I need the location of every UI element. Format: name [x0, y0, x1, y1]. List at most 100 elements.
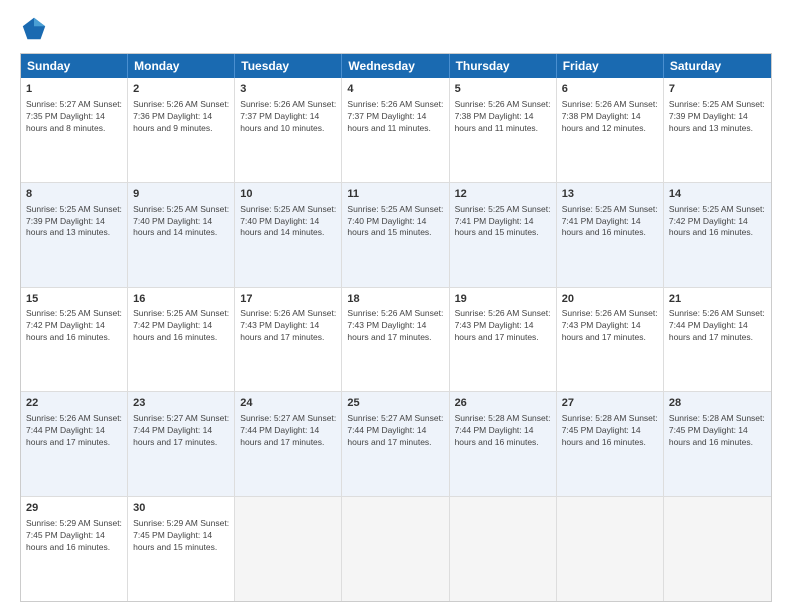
- day-info: Sunrise: 5:27 AM Sunset: 7:44 PM Dayligh…: [347, 413, 443, 449]
- day-info: Sunrise: 5:28 AM Sunset: 7:44 PM Dayligh…: [455, 413, 551, 449]
- day-info: Sunrise: 5:25 AM Sunset: 7:40 PM Dayligh…: [240, 204, 336, 240]
- day-cell-23: 23 Sunrise: 5:27 AM Sunset: 7:44 PM Dayli…: [128, 392, 235, 496]
- day-cell-4: 4 Sunrise: 5:26 AM Sunset: 7:37 PM Daylig…: [342, 78, 449, 182]
- day-cell-22: 22Sunrise: 5:26 AM Sunset: 7:44 PM Dayli…: [21, 392, 128, 496]
- day-info: Sunrise: 5:25 AM Sunset: 7:41 PM Dayligh…: [455, 204, 551, 240]
- day-number: 12: [455, 187, 551, 202]
- day-cell-14: 14 Sunrise: 5:25 AM Sunset: 7:42 PM Dayli…: [664, 183, 771, 287]
- day-number: 17: [240, 292, 336, 307]
- calendar: SundayMondayTuesdayWednesdayThursdayFrid…: [20, 53, 772, 602]
- day-info: Sunrise: 5:27 AM Sunset: 7:35 PM Dayligh…: [26, 99, 122, 135]
- day-cell-21: 21Sunrise: 5:26 AM Sunset: 7:44 PM Dayli…: [664, 288, 771, 392]
- day-number: 18: [347, 292, 443, 307]
- day-info: Sunrise: 5:25 AM Sunset: 7:39 PM Dayligh…: [669, 99, 766, 135]
- day-cell-30: 30 Sunrise: 5:29 AM Sunset: 7:45 PM Dayli…: [128, 497, 235, 601]
- logo-icon: [20, 15, 48, 43]
- day-number: 14: [669, 187, 766, 202]
- day-cell-29: 29 Sunrise: 5:29 AM Sunset: 7:45 PM Dayli…: [21, 497, 128, 601]
- day-cell-24: 24Sunrise: 5:27 AM Sunset: 7:44 PM Dayli…: [235, 392, 342, 496]
- day-cell-2: 2 Sunrise: 5:26 AM Sunset: 7:36 PM Daylig…: [128, 78, 235, 182]
- day-cell-16: 16Sunrise: 5:25 AM Sunset: 7:42 PM Dayli…: [128, 288, 235, 392]
- calendar-row: 8 Sunrise: 5:25 AM Sunset: 7:39 PM Daylig…: [21, 183, 771, 288]
- day-number: 28: [669, 396, 766, 411]
- day-info: Sunrise: 5:26 AM Sunset: 7:44 PM Dayligh…: [26, 413, 122, 449]
- day-info: Sunrise: 5:25 AM Sunset: 7:42 PM Dayligh…: [669, 204, 766, 240]
- day-info: Sunrise: 5:25 AM Sunset: 7:39 PM Dayligh…: [26, 204, 122, 240]
- day-info: Sunrise: 5:26 AM Sunset: 7:37 PM Dayligh…: [347, 99, 443, 135]
- day-cell-1: 1 Sunrise: 5:27 AM Sunset: 7:35 PM Daylig…: [21, 78, 128, 182]
- day-cell-28: 28 Sunrise: 5:28 AM Sunset: 7:45 PM Dayli…: [664, 392, 771, 496]
- day-cell-7: 7 Sunrise: 5:25 AM Sunset: 7:39 PM Daylig…: [664, 78, 771, 182]
- day-number: 2: [133, 82, 229, 97]
- day-info: Sunrise: 5:25 AM Sunset: 7:40 PM Dayligh…: [133, 204, 229, 240]
- day-info: Sunrise: 5:26 AM Sunset: 7:44 PM Dayligh…: [669, 308, 766, 344]
- day-info: Sunrise: 5:25 AM Sunset: 7:40 PM Dayligh…: [347, 204, 443, 240]
- day-number: 9: [133, 187, 229, 202]
- day-info: Sunrise: 5:28 AM Sunset: 7:45 PM Dayligh…: [562, 413, 658, 449]
- day-number: 15: [26, 292, 122, 307]
- calendar-header: SundayMondayTuesdayWednesdayThursdayFrid…: [21, 54, 771, 78]
- day-cell-17: 17Sunrise: 5:26 AM Sunset: 7:43 PM Dayli…: [235, 288, 342, 392]
- day-cell-6: 6 Sunrise: 5:26 AM Sunset: 7:38 PM Daylig…: [557, 78, 664, 182]
- day-info: Sunrise: 5:27 AM Sunset: 7:44 PM Dayligh…: [133, 413, 229, 449]
- day-number: 29: [26, 501, 122, 516]
- day-number: 19: [455, 292, 551, 307]
- header-cell-friday: Friday: [557, 54, 664, 78]
- header-cell-sunday: Sunday: [21, 54, 128, 78]
- header-cell-monday: Monday: [128, 54, 235, 78]
- day-number: 1: [26, 82, 122, 97]
- day-info: Sunrise: 5:26 AM Sunset: 7:43 PM Dayligh…: [240, 308, 336, 344]
- day-cell-20: 20Sunrise: 5:26 AM Sunset: 7:43 PM Dayli…: [557, 288, 664, 392]
- day-number: 5: [455, 82, 551, 97]
- day-info: Sunrise: 5:29 AM Sunset: 7:45 PM Dayligh…: [26, 518, 122, 554]
- day-number: 24: [240, 396, 336, 411]
- day-number: 7: [669, 82, 766, 97]
- day-cell-25: 25Sunrise: 5:27 AM Sunset: 7:44 PM Dayli…: [342, 392, 449, 496]
- day-cell-27: 27 Sunrise: 5:28 AM Sunset: 7:45 PM Dayli…: [557, 392, 664, 496]
- day-info: Sunrise: 5:26 AM Sunset: 7:38 PM Dayligh…: [455, 99, 551, 135]
- day-number: 21: [669, 292, 766, 307]
- day-cell-13: 13 Sunrise: 5:25 AM Sunset: 7:41 PM Dayli…: [557, 183, 664, 287]
- day-info: Sunrise: 5:25 AM Sunset: 7:42 PM Dayligh…: [26, 308, 122, 344]
- day-info: Sunrise: 5:25 AM Sunset: 7:42 PM Dayligh…: [133, 308, 229, 344]
- day-cell-10: 10 Sunrise: 5:25 AM Sunset: 7:40 PM Dayli…: [235, 183, 342, 287]
- empty-cell: [235, 497, 342, 601]
- header: [20, 15, 772, 43]
- empty-cell: [450, 497, 557, 601]
- calendar-row: 1 Sunrise: 5:27 AM Sunset: 7:35 PM Daylig…: [21, 78, 771, 183]
- day-number: 16: [133, 292, 229, 307]
- day-cell-12: 12 Sunrise: 5:25 AM Sunset: 7:41 PM Dayli…: [450, 183, 557, 287]
- day-number: 3: [240, 82, 336, 97]
- day-number: 6: [562, 82, 658, 97]
- day-cell-26: 26Sunrise: 5:28 AM Sunset: 7:44 PM Dayli…: [450, 392, 557, 496]
- day-info: Sunrise: 5:28 AM Sunset: 7:45 PM Dayligh…: [669, 413, 766, 449]
- calendar-row: 29 Sunrise: 5:29 AM Sunset: 7:45 PM Dayli…: [21, 497, 771, 601]
- day-info: Sunrise: 5:25 AM Sunset: 7:41 PM Dayligh…: [562, 204, 658, 240]
- day-cell-11: 11 Sunrise: 5:25 AM Sunset: 7:40 PM Dayli…: [342, 183, 449, 287]
- logo: [20, 15, 52, 43]
- day-number: 8: [26, 187, 122, 202]
- day-number: 20: [562, 292, 658, 307]
- calendar-row: 15Sunrise: 5:25 AM Sunset: 7:42 PM Dayli…: [21, 288, 771, 393]
- day-number: 11: [347, 187, 443, 202]
- day-number: 13: [562, 187, 658, 202]
- header-cell-wednesday: Wednesday: [342, 54, 449, 78]
- day-info: Sunrise: 5:29 AM Sunset: 7:45 PM Dayligh…: [133, 518, 229, 554]
- day-info: Sunrise: 5:26 AM Sunset: 7:36 PM Dayligh…: [133, 99, 229, 135]
- day-info: Sunrise: 5:26 AM Sunset: 7:38 PM Dayligh…: [562, 99, 658, 135]
- day-cell-9: 9 Sunrise: 5:25 AM Sunset: 7:40 PM Daylig…: [128, 183, 235, 287]
- page: SundayMondayTuesdayWednesdayThursdayFrid…: [0, 0, 792, 612]
- calendar-row: 22Sunrise: 5:26 AM Sunset: 7:44 PM Dayli…: [21, 392, 771, 497]
- header-cell-saturday: Saturday: [664, 54, 771, 78]
- day-number: 10: [240, 187, 336, 202]
- day-cell-8: 8 Sunrise: 5:25 AM Sunset: 7:39 PM Daylig…: [21, 183, 128, 287]
- day-info: Sunrise: 5:26 AM Sunset: 7:43 PM Dayligh…: [347, 308, 443, 344]
- day-cell-3: 3Sunrise: 5:26 AM Sunset: 7:37 PM Daylig…: [235, 78, 342, 182]
- day-number: 27: [562, 396, 658, 411]
- day-number: 4: [347, 82, 443, 97]
- empty-cell: [342, 497, 449, 601]
- day-number: 30: [133, 501, 229, 516]
- empty-cell: [664, 497, 771, 601]
- day-number: 23: [133, 396, 229, 411]
- day-cell-15: 15Sunrise: 5:25 AM Sunset: 7:42 PM Dayli…: [21, 288, 128, 392]
